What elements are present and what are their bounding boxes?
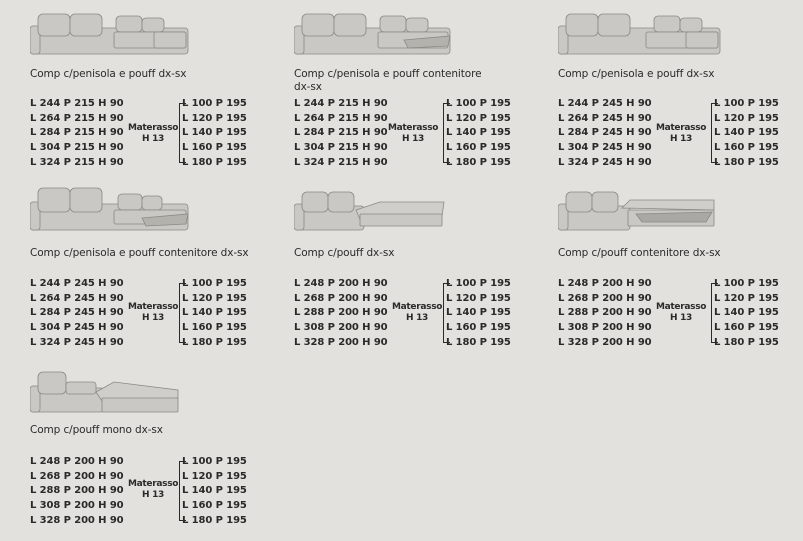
product-title: Comp c/penisola e pouff dx-sx bbox=[30, 68, 187, 80]
sofa-pouff-contenitore-image bbox=[558, 191, 715, 231]
mattress-sizes: L 100 P 195 L 120 P 195 L 140 P 195 L 160 P… bbox=[446, 98, 511, 168]
mattress-label: Materasso H 13 bbox=[656, 123, 707, 144]
sofa-penisola-pouff-image bbox=[30, 13, 189, 55]
dimensions-list: L 248 P 200 H 90 L 268 P 200 H 90 L 288 P … bbox=[294, 278, 388, 348]
product-title: Comp c/penisola e pouff dx-sx bbox=[558, 68, 715, 80]
product-title: Comp c/pouff mono dx-sx bbox=[30, 424, 163, 436]
product-title: Comp c/penisola e pouff contenitore dx-s… bbox=[294, 68, 482, 93]
mattress-sizes: L 100 P 195 L 120 P 195 L 140 P 195 L 160 P… bbox=[714, 98, 779, 168]
mattress-label: Materasso H 13 bbox=[656, 302, 707, 323]
dimensions-list: L 244 P 215 H 90 L 264 P 215 H 90 L 284 P … bbox=[294, 98, 388, 168]
sofa-penisola-contenitore-image bbox=[30, 187, 189, 231]
dimensions-list: L 248 P 200 H 90 L 268 P 200 H 90 L 288 P … bbox=[558, 278, 652, 348]
mattress-sizes: L 100 P 195 L 120 P 195 L 140 P 195 L 160 P… bbox=[446, 278, 511, 348]
sofa-pouff-image bbox=[294, 191, 445, 231]
product-title: Comp c/penisola e pouff contenitore dx-s… bbox=[30, 247, 249, 259]
sofa-pouff-mono-image bbox=[30, 371, 179, 413]
sofa-penisola-pouff-image bbox=[558, 13, 721, 55]
mattress-sizes: L 100 P 195 L 120 P 195 L 140 P 195 L 160 P… bbox=[714, 278, 779, 348]
sofa-penisola-contenitore-image bbox=[294, 13, 451, 55]
dimensions-list: L 244 P 245 H 90 L 264 P 245 H 90 L 284 P … bbox=[30, 278, 124, 348]
mattress-sizes: L 100 P 195 L 120 P 195 L 140 P 195 L 160 P… bbox=[182, 456, 247, 526]
product-title: Comp c/pouff contenitore dx-sx bbox=[558, 247, 721, 259]
mattress-label: Materasso H 13 bbox=[128, 479, 179, 500]
dimensions-list: L 244 P 245 H 90 L 264 P 245 H 90 L 284 P … bbox=[558, 98, 652, 168]
mattress-sizes: L 100 P 195 L 120 P 195 L 140 P 195 L 160 P… bbox=[182, 278, 247, 348]
mattress-label: Materasso H 13 bbox=[388, 123, 439, 144]
dimensions-list: L 248 P 200 H 90 L 268 P 200 H 90 L 288 P … bbox=[30, 456, 124, 526]
dimensions-list: L 244 P 215 H 90 L 264 P 215 H 90 L 284 P … bbox=[30, 98, 124, 168]
product-title: Comp c/pouff dx-sx bbox=[294, 247, 395, 259]
mattress-label: Materasso H 13 bbox=[128, 123, 179, 144]
mattress-label: Materasso H 13 bbox=[392, 302, 443, 323]
mattress-label: Materasso H 13 bbox=[128, 302, 179, 323]
mattress-sizes: L 100 P 195 L 120 P 195 L 140 P 195 L 160 P… bbox=[182, 98, 247, 168]
